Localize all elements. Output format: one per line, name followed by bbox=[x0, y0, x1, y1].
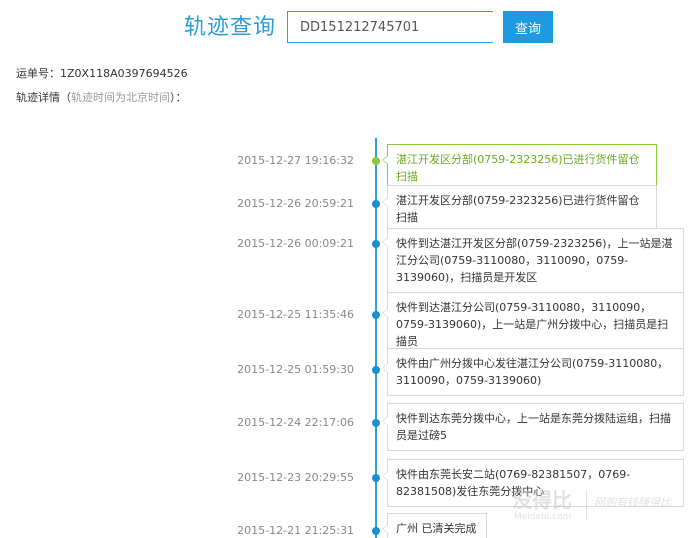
tracking-number-input[interactable] bbox=[287, 11, 493, 43]
entry-time: 2015-12-26 20:59:21 bbox=[237, 197, 354, 210]
entry-time: 2015-12-25 01:59:30 bbox=[237, 363, 354, 376]
entry-description: 湛江开发区分部(0759-2323256)已进行货件留仓扫描 bbox=[382, 185, 657, 233]
entry-description: 快件到达东莞分拨中心，上一站是东莞分拨陆运组，扫描员是过磅5 bbox=[382, 403, 684, 451]
entry-time: 2015-12-27 19:16:32 bbox=[237, 154, 354, 167]
waybill-line: 运单号：1Z0X118A0397694526 bbox=[16, 66, 188, 82]
entry-description: 快件由广州分拨中心发往湛江分公司(0759-3110080，3110090，07… bbox=[382, 348, 684, 396]
watermark-domain: Meidebi.com bbox=[514, 512, 572, 522]
search-header: 轨迹查询 查询 bbox=[0, 10, 700, 46]
track-time-note: 轨迹时间为北京时间 bbox=[71, 91, 170, 104]
entry-time: 2015-12-21 21:25:31 bbox=[237, 524, 354, 537]
tracking-page: 轨迹查询 查询 运单号：1Z0X118A0397694526 轨迹详情（轨迹时间… bbox=[0, 0, 700, 538]
timeline-dot bbox=[372, 474, 380, 482]
timeline-dot bbox=[372, 419, 380, 427]
page-title: 轨迹查询 bbox=[184, 15, 277, 40]
entry-time: 2015-12-24 22:17:06 bbox=[237, 416, 354, 429]
search-button[interactable]: 查询 bbox=[503, 11, 553, 43]
entry-time: 2015-12-25 11:35:46 bbox=[237, 308, 354, 321]
entry-time: 2015-12-26 00:09:21 bbox=[237, 237, 354, 250]
entry-description: 广州 已清关完成 bbox=[382, 513, 487, 538]
entry-time: 2015-12-23 20:29:55 bbox=[237, 471, 354, 484]
timeline-dot bbox=[372, 311, 380, 319]
timeline-dot bbox=[372, 200, 380, 208]
timeline-dot bbox=[372, 157, 380, 165]
track-label: 轨迹详情（ bbox=[16, 91, 71, 104]
entry-description: 快件到达湛江开发区分部(0759-2323256)，上一站是湛江分公司(0759… bbox=[382, 228, 684, 293]
entry-description: 快件由东莞长安二站(0769-82381507，0769-82381508)发往… bbox=[382, 459, 684, 507]
timeline-dot bbox=[372, 366, 380, 374]
track-suffix: ）： bbox=[170, 91, 187, 104]
timeline-dot bbox=[372, 240, 380, 248]
waybill-label: 运单号： bbox=[16, 67, 60, 80]
timeline-dot bbox=[372, 527, 380, 535]
track-detail-heading: 轨迹详情（轨迹时间为北京时间）： bbox=[16, 90, 187, 106]
waybill-number: 1Z0X118A0397694526 bbox=[60, 67, 188, 80]
